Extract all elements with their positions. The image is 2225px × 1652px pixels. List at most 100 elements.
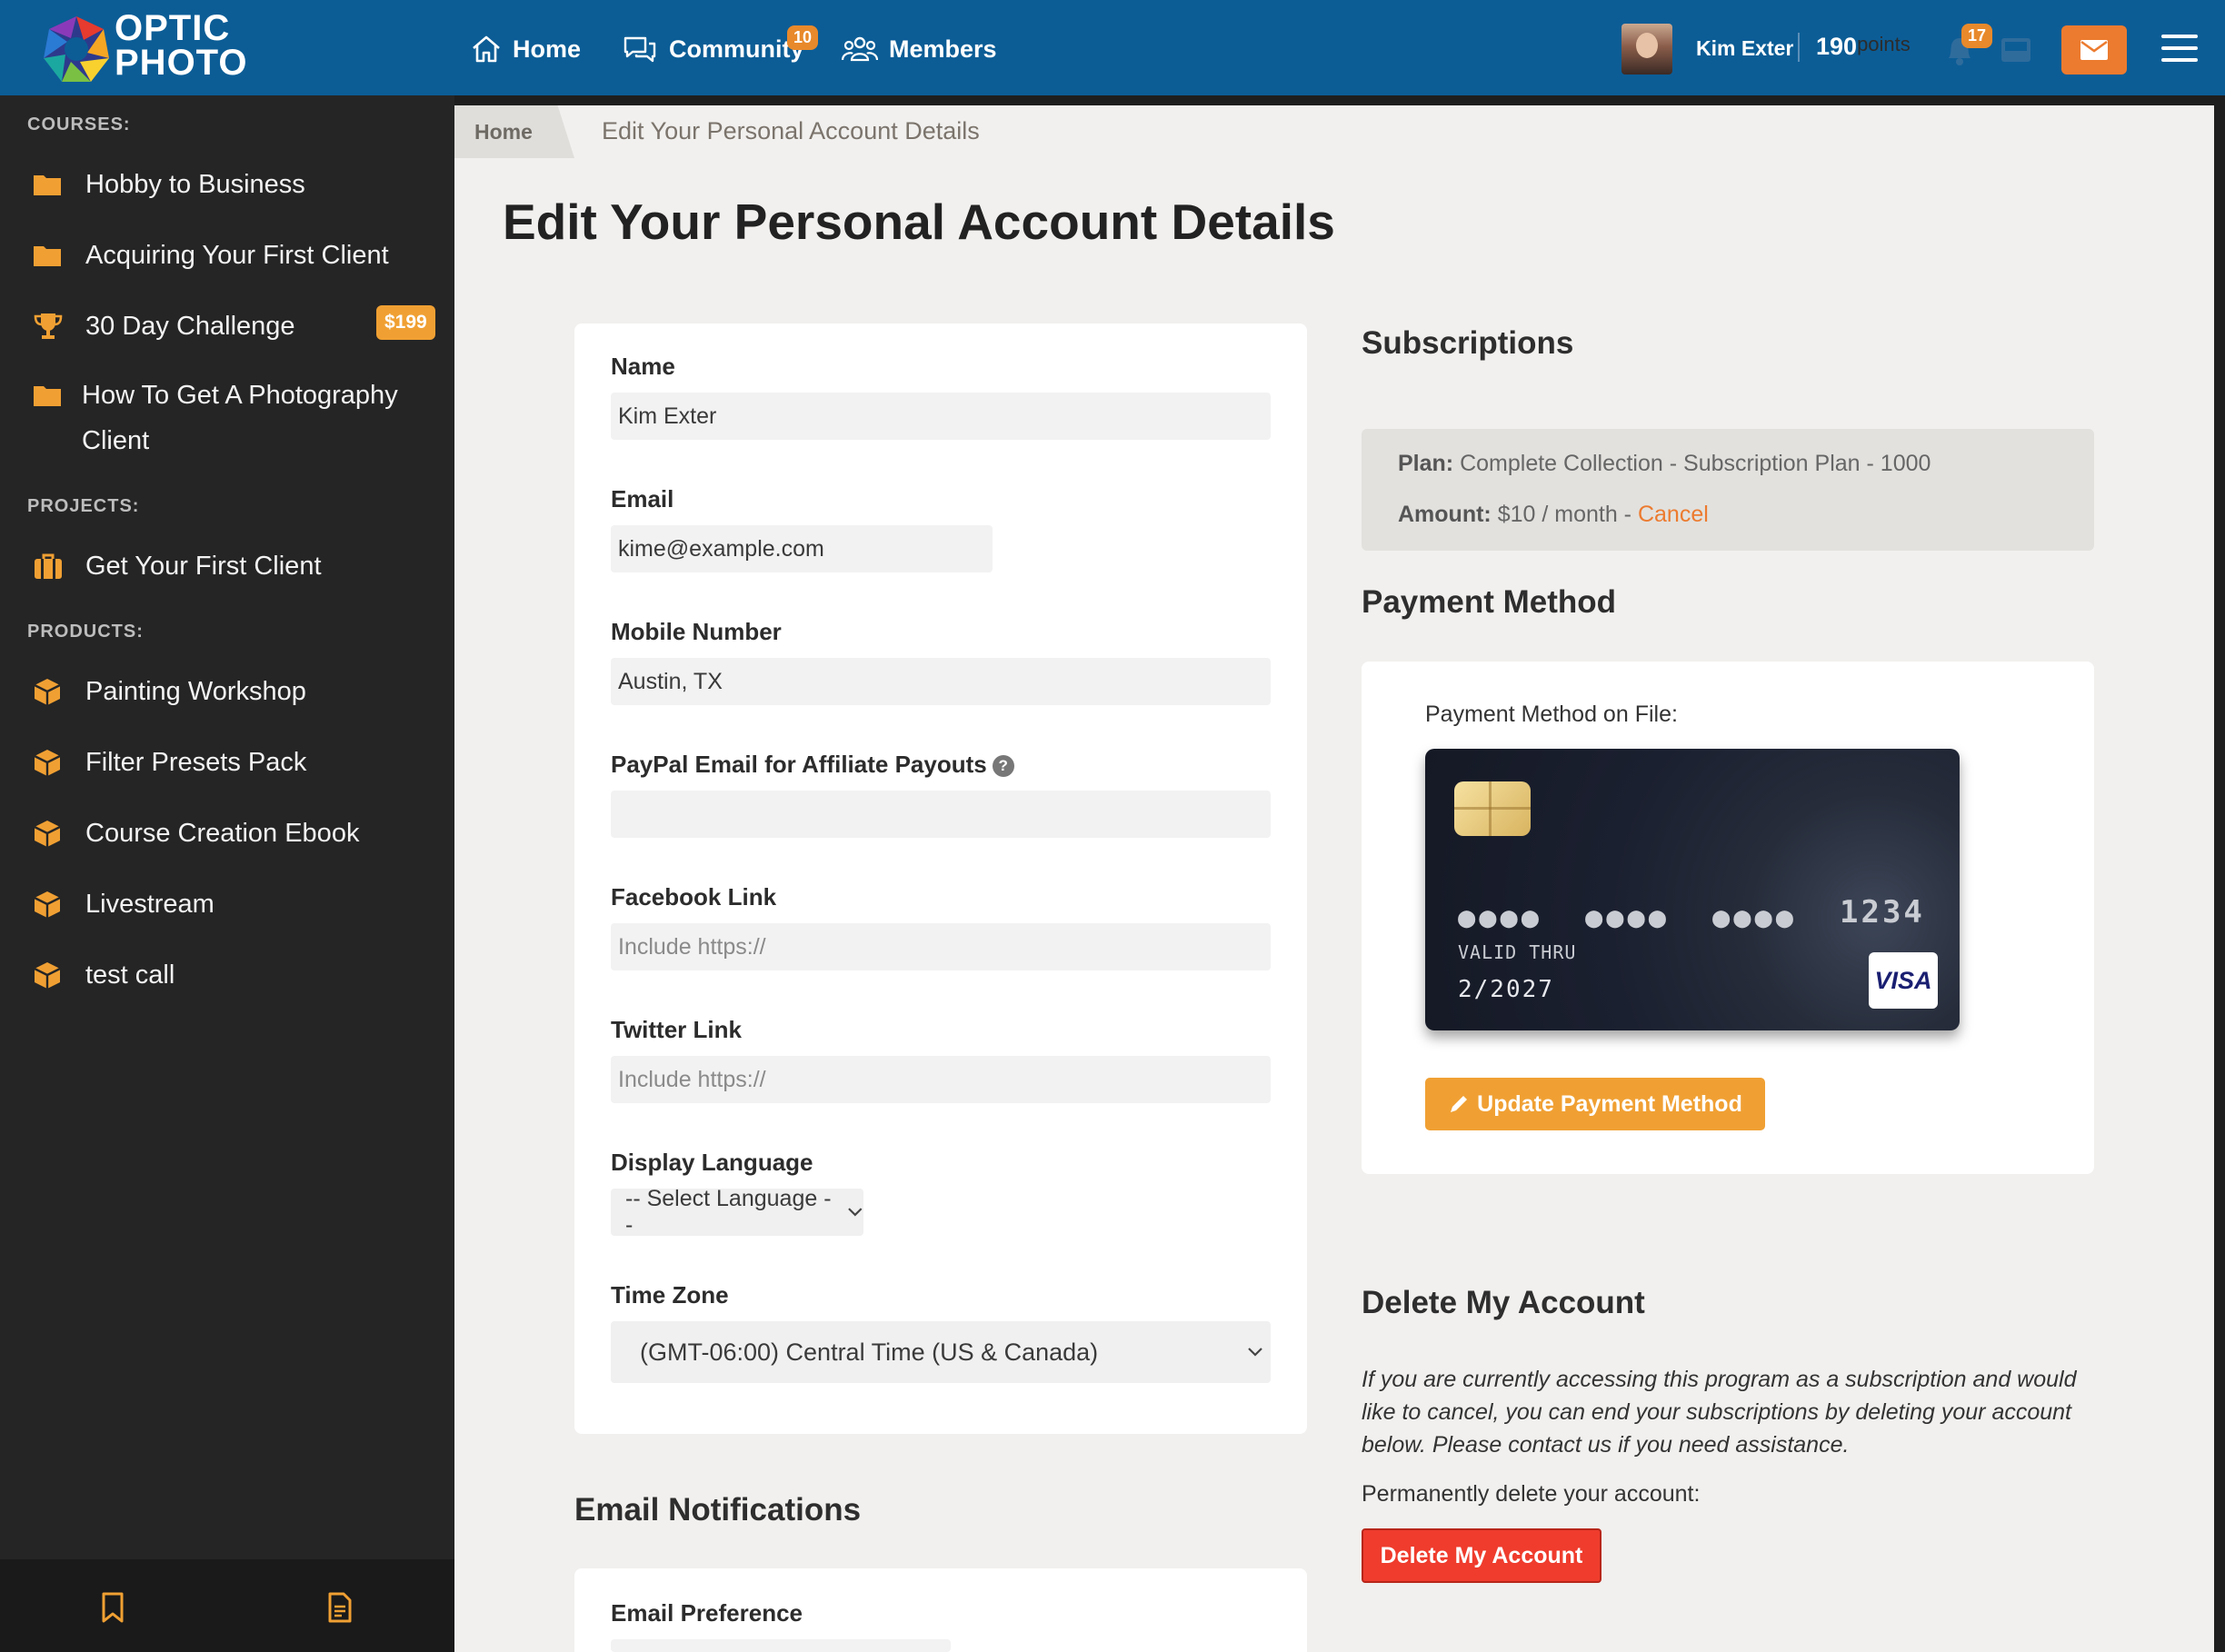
email-input[interactable]: kime@example.com	[611, 525, 993, 572]
sidebar-item-livestream[interactable]: Livestream	[33, 881, 215, 927]
chevron-down-icon	[1248, 1348, 1262, 1357]
update-payment-label: Update Payment Method	[1477, 1090, 1742, 1117]
briefcase-icon	[35, 553, 62, 579]
box-icon	[34, 821, 61, 847]
language-select[interactable]: -- Select Language --	[611, 1186, 863, 1238]
timezone-select-value: (GMT-06:00) Central Time (US & Canada)	[640, 1338, 1099, 1366]
plan-label: Plan:	[1398, 451, 1454, 476]
messages-button[interactable]	[2061, 25, 2127, 75]
sidebar-item-label: Hobby to Business	[85, 170, 305, 199]
chat-icon	[624, 36, 656, 63]
language-label: Display Language	[611, 1149, 813, 1176]
folder-icon	[34, 386, 61, 406]
bookmark-icon[interactable]	[100, 1592, 125, 1623]
amount-value: $10 / month -	[1497, 502, 1638, 527]
paypal-email-input[interactable]	[611, 791, 1271, 838]
paypal-label: PayPal Email for Affiliate Payouts?	[611, 751, 1014, 779]
name-input[interactable]: Kim Exter	[611, 393, 1271, 440]
trophy-icon	[34, 313, 63, 339]
sidebar-item-course-ebook[interactable]: Course Creation Ebook	[33, 811, 359, 856]
twitter-input[interactable]: Include https://	[611, 1056, 1271, 1103]
mobile-label: Mobile Number	[611, 618, 782, 645]
sidebar-item-test-call[interactable]: test call	[33, 952, 175, 998]
sidebar-item-filter-presets[interactable]: Filter Presets Pack	[33, 740, 306, 785]
page-title: Edit Your Personal Account Details	[503, 194, 1335, 250]
sidebar-item-label: Livestream	[85, 890, 215, 919]
top-navbar: OPTIC PHOTO Home Community 10 Members Ki…	[0, 0, 2225, 95]
sidebar-item-hobby-to-business[interactable]: Hobby to Business	[33, 162, 305, 207]
sidebar-item-label: Get Your First Client	[85, 552, 322, 581]
envelope-icon	[2080, 40, 2108, 60]
chevron-down-icon	[848, 1208, 863, 1217]
nav-home-label: Home	[513, 35, 582, 63]
delete-account-text: If you are currently accessing this prog…	[1362, 1367, 2077, 1458]
brand-line-2: PHOTO	[115, 43, 248, 83]
folder-icon	[34, 246, 61, 266]
email-label: Email	[611, 485, 674, 513]
sidebar-item-label: How To Get A Photography Client	[82, 381, 398, 455]
user-points[interactable]: 190 points	[1816, 33, 1911, 61]
box-icon	[34, 962, 61, 989]
breadcrumb-current: Edit Your Personal Account Details	[602, 117, 980, 144]
avatar[interactable]	[1621, 24, 1672, 75]
sidebar-item-30-day-challenge[interactable]: 30 Day Challenge	[33, 304, 295, 349]
user-name[interactable]: Kim Exter	[1696, 36, 1793, 61]
breadcrumb-home[interactable]: Home	[454, 105, 574, 158]
update-payment-button[interactable]: Update Payment Method	[1425, 1078, 1765, 1130]
notes-icon[interactable]	[327, 1592, 353, 1623]
menu-icon[interactable]	[2161, 35, 2198, 62]
help-icon[interactable]: ?	[992, 755, 1014, 777]
nav-members-label: Members	[889, 35, 997, 63]
payment-on-file-label: Payment Method on File:	[1425, 702, 1678, 727]
sidebar-heading-projects: PROJECTS:	[27, 496, 140, 516]
paypal-label-text: PayPal Email for Affiliate Payouts	[611, 751, 987, 778]
inbox-icon[interactable]	[1998, 33, 2034, 67]
folder-icon	[34, 175, 61, 195]
subscription-box: Plan: Complete Collection - Subscription…	[1362, 429, 2094, 551]
email-preference-label: Email Preference	[611, 1599, 803, 1627]
card-chip-icon	[1454, 781, 1531, 836]
nav-community[interactable]: Community	[622, 27, 804, 71]
permanent-delete-label: Permanently delete your account:	[1362, 1481, 1701, 1507]
mobile-input[interactable]: Austin, TX	[611, 658, 1271, 705]
sidebar-item-get-first-client[interactable]: Get Your First Client	[33, 543, 322, 589]
card-number-group: ●●●●	[1458, 900, 1543, 934]
sidebar-item-acquiring-first-client[interactable]: Acquiring Your First Client	[33, 233, 389, 278]
sidebar-footer	[0, 1559, 454, 1652]
facebook-input[interactable]: Include https://	[611, 923, 1271, 970]
card-last4: 1234	[1840, 894, 1925, 930]
card-number-group: ●●●●	[1585, 900, 1671, 934]
name-label: Name	[611, 353, 675, 380]
amount-label: Amount:	[1398, 502, 1492, 527]
subscriptions-title: Subscriptions	[1362, 325, 1574, 361]
brand-line-1: OPTIC	[115, 8, 231, 48]
language-select-value: -- Select Language --	[625, 1186, 832, 1238]
timezone-select[interactable]: (GMT-06:00) Central Time (US & Canada)	[611, 1321, 1271, 1383]
cancel-subscription-link[interactable]: Cancel	[1638, 502, 1709, 527]
box-icon	[34, 750, 61, 776]
notification-badge: 17	[1961, 24, 1993, 48]
sidebar-item-photography-client[interactable]: How To Get A Photography Client	[33, 373, 414, 463]
sidebar-item-label: Course Creation Ebook	[85, 819, 360, 848]
logo-icon[interactable]	[40, 13, 113, 85]
delete-account-title: Delete My Account	[1362, 1285, 1645, 1320]
sidebar-item-label: Filter Presets Pack	[85, 748, 307, 777]
plan-line: Plan: Complete Collection - Subscription…	[1398, 451, 1931, 477]
email-preference-select[interactable]	[611, 1639, 951, 1652]
timezone-label: Time Zone	[611, 1281, 729, 1309]
visa-logo: VISA	[1869, 952, 1938, 1009]
card-number-group: ●●●●	[1712, 900, 1798, 934]
sidebar-item-painting-workshop[interactable]: Painting Workshop	[33, 669, 306, 714]
sidebar-heading-products: PRODUCTS:	[27, 622, 144, 642]
sidebar-item-label: 30 Day Challenge	[85, 312, 295, 341]
nav-home[interactable]: Home	[471, 27, 581, 71]
nav-community-label: Community	[669, 35, 804, 63]
members-icon	[842, 36, 878, 62]
nav-members[interactable]: Members	[842, 27, 997, 71]
brand-name[interactable]: OPTIC PHOTO	[115, 8, 248, 83]
community-badge: 10	[787, 25, 819, 50]
sidebar-item-label: Painting Workshop	[85, 677, 306, 706]
box-icon	[34, 891, 61, 918]
delete-account-button[interactable]: Delete My Account	[1362, 1528, 1601, 1583]
plan-value: Complete Collection - Subscription Plan …	[1460, 451, 1931, 476]
